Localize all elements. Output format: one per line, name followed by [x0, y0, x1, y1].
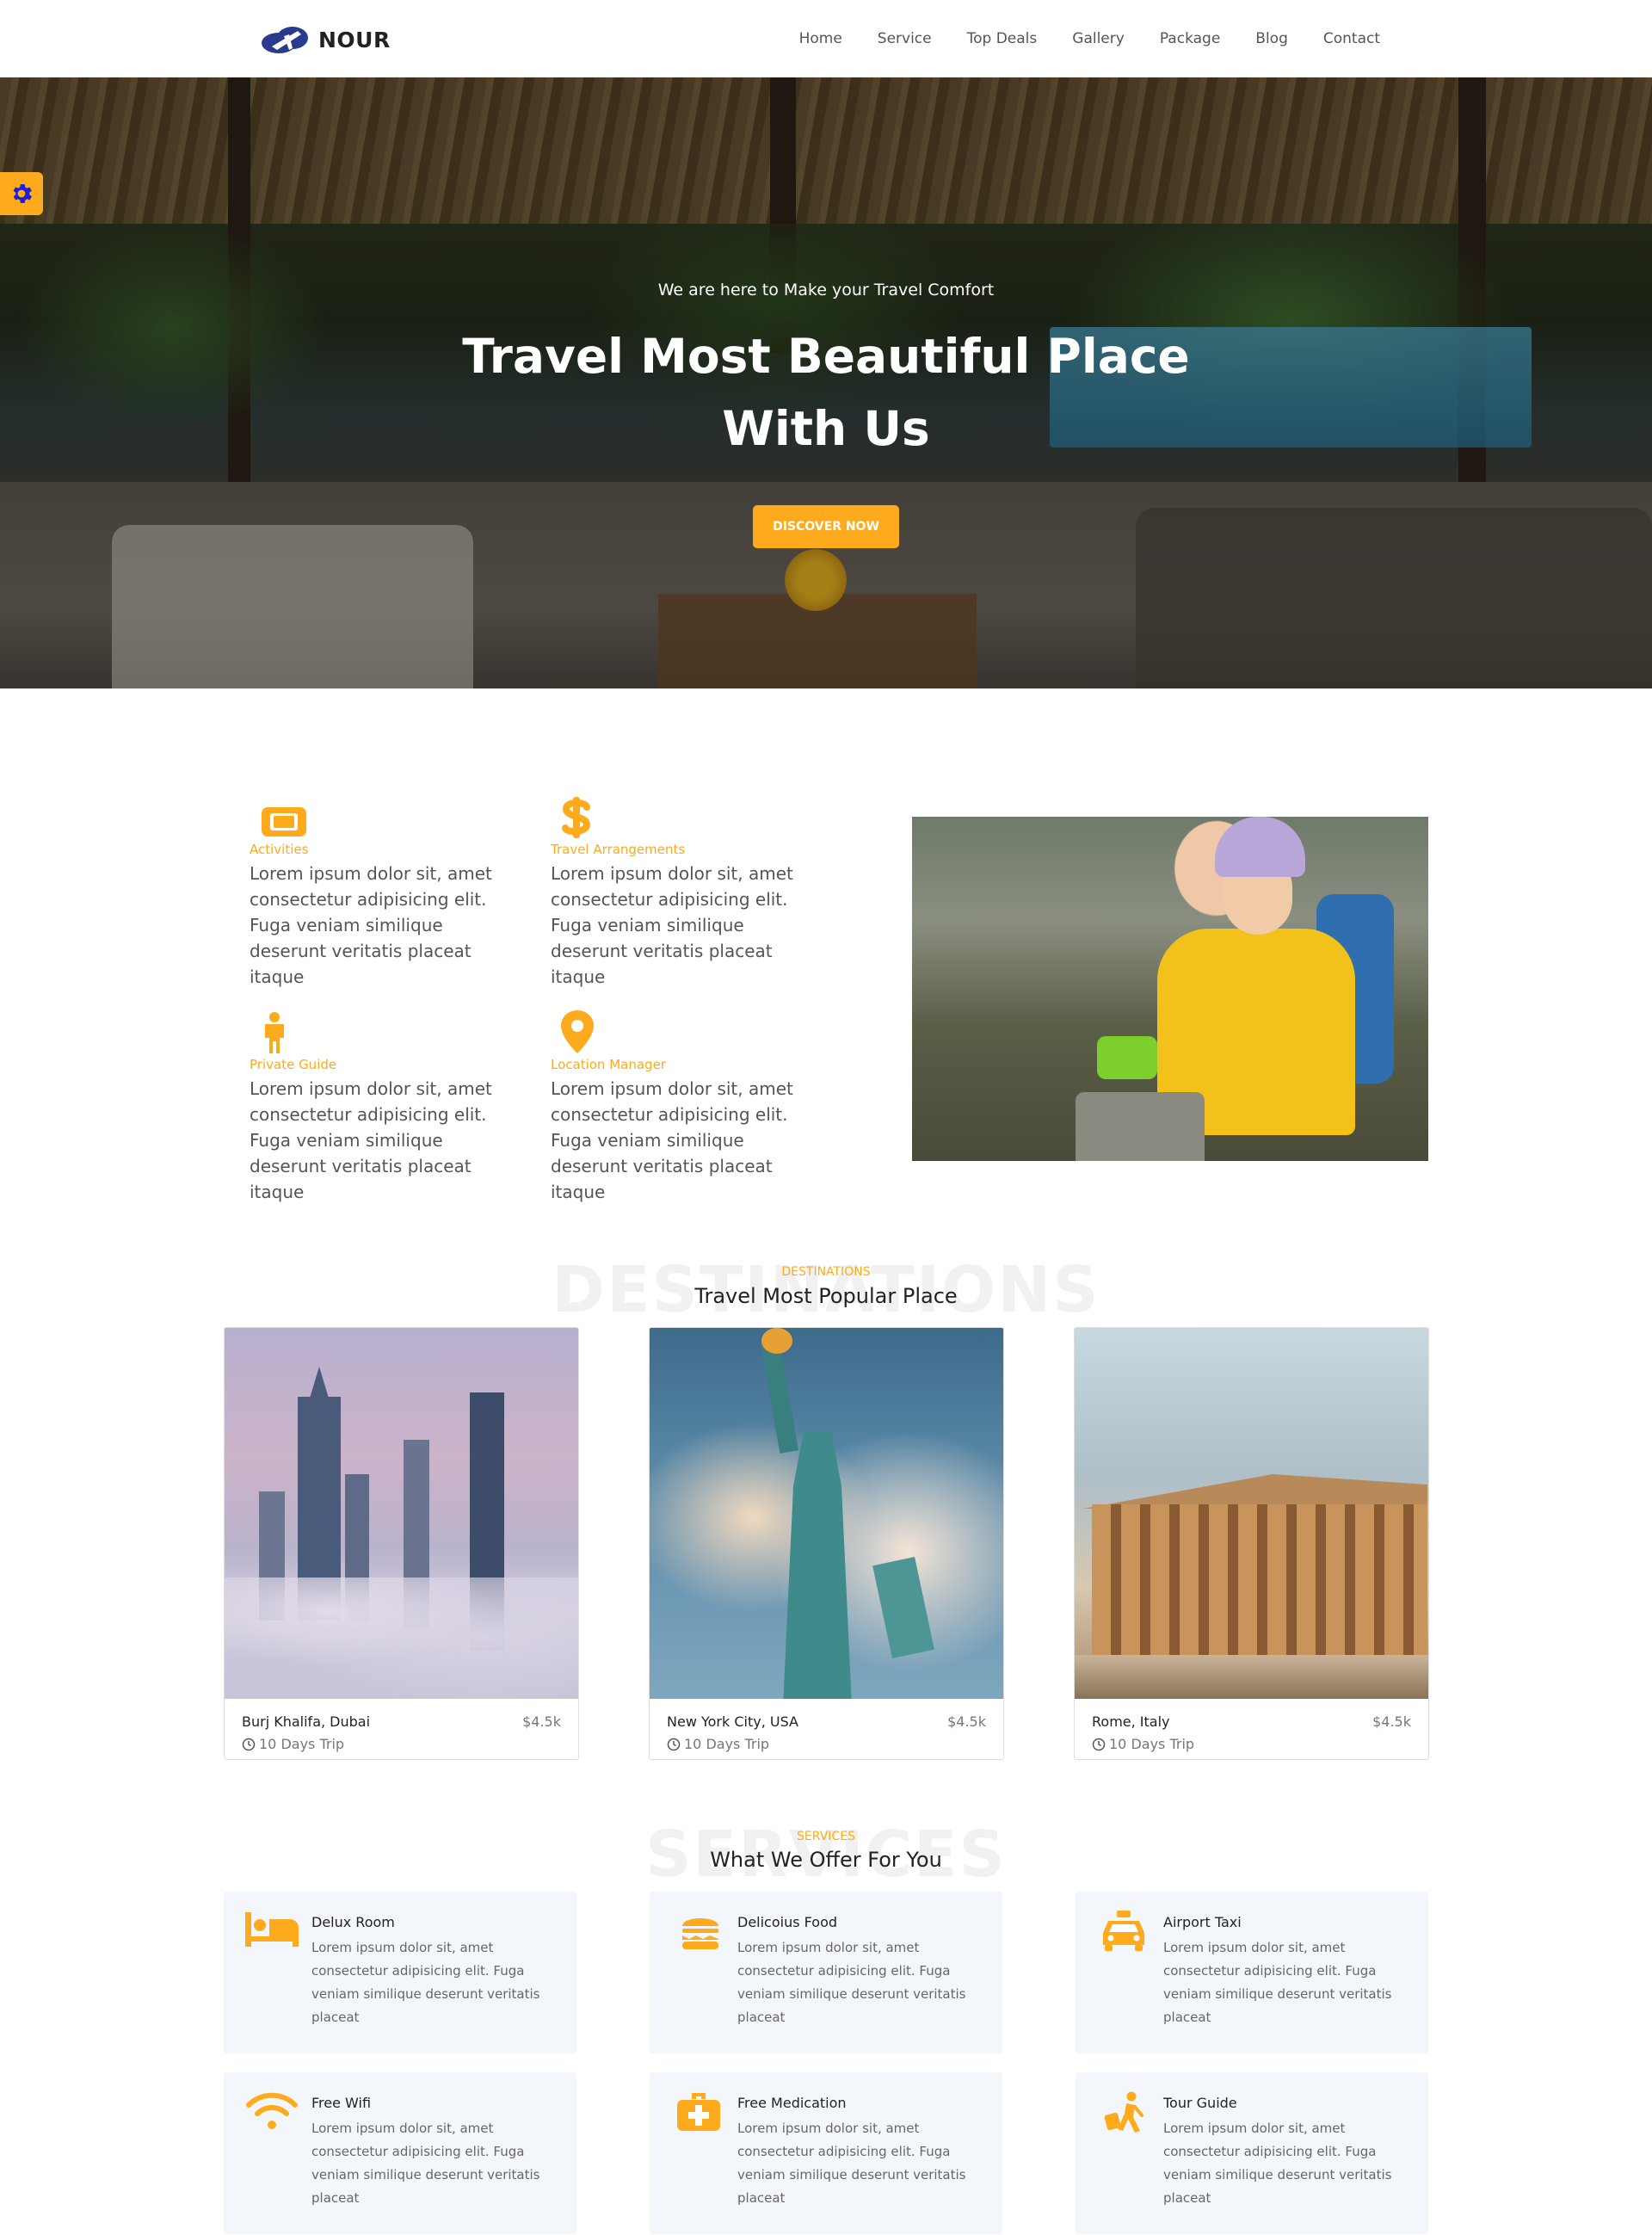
destination-trip-label: 10 Days Trip — [259, 1736, 345, 1752]
discover-now-button[interactable]: DISCOVER NOW — [753, 505, 899, 548]
feature-title: Travel Arrangements — [551, 842, 686, 857]
gear-icon — [13, 184, 33, 203]
medkit-icon — [677, 2093, 720, 2131]
service-title: Delicoius Food — [737, 1914, 838, 1930]
hero-banner: We are here to Make your Travel Comfort … — [0, 77, 1652, 688]
service-title: Tour Guide — [1163, 2095, 1237, 2111]
feature-desc: Lorem ipsum dolor sit, amet consectetur … — [551, 1078, 793, 1202]
burger-icon — [682, 1918, 718, 1949]
nav-service[interactable]: Service — [878, 30, 932, 47]
logo-icon — [262, 27, 308, 53]
service-desc: Lorem ipsum dolor sit, amet consectetur … — [1163, 2121, 1392, 2206]
wifi-icon — [246, 2092, 298, 2129]
service-card-free-wifi: Free Wifi Lorem ipsum dolor sit, amet co… — [224, 2072, 576, 2234]
service-card-tour-guide: Tour Guide Lorem ipsum dolor sit, amet c… — [1076, 2072, 1428, 2234]
bed-icon — [245, 1912, 299, 1947]
feature-desc: Lorem ipsum dolor sit, amet consectetur … — [250, 863, 492, 987]
service-desc: Lorem ipsum dolor sit, amet consectetur … — [311, 2121, 540, 2206]
taxi-icon — [1103, 1911, 1144, 1951]
nav-top-deals[interactable]: Top Deals — [967, 30, 1038, 47]
feature-travel-arrangements: Travel Arrangements Lorem ipsum dolor si… — [551, 797, 809, 990]
service-desc: Lorem ipsum dolor sit, amet consectetur … — [311, 1940, 540, 2025]
destination-price: $4.5k — [522, 1713, 561, 1730]
site-header: NOUR Home Service Top Deals Gallery Pack… — [0, 0, 1652, 77]
nav-contact[interactable]: Contact — [1323, 30, 1380, 47]
hero-title-line2: With Us — [722, 401, 930, 456]
dollar-icon — [562, 797, 591, 838]
clock-icon — [1092, 1738, 1106, 1750]
brand-name: NOUR — [318, 27, 391, 52]
services-kicker: SERVICES — [797, 1830, 855, 1843]
service-desc: Lorem ipsum dolor sit, amet consectetur … — [737, 1940, 966, 2025]
feature-private-guide: Private Guide Lorem ipsum dolor sit, ame… — [250, 1012, 508, 1205]
nav-gallery[interactable]: Gallery — [1072, 30, 1125, 47]
ticket-icon — [262, 807, 306, 837]
destinations-kicker: DESTINATIONS — [781, 1265, 871, 1279]
feature-activities: Activities Lorem ipsum dolor sit, amet c… — [250, 799, 508, 990]
service-card-delicious-food: Delicoius Food Lorem ipsum dolor sit, am… — [650, 1892, 1002, 2053]
destination-trip: 10 Days Trip — [1092, 1736, 1194, 1752]
main-nav: Home Service Top Deals Gallery Package B… — [764, 0, 1380, 77]
destination-trip: 10 Days Trip — [242, 1736, 344, 1752]
service-title: Free Wifi — [311, 2095, 372, 2111]
clock-icon — [242, 1738, 256, 1750]
feature-desc: Lorem ipsum dolor sit, amet consectetur … — [551, 863, 793, 987]
service-title: Delux Room — [311, 1914, 395, 1930]
destination-image-rome — [1075, 1328, 1428, 1699]
hiker-photo-hat — [1215, 817, 1305, 877]
hero-subtitle: We are here to Make your Travel Comfort — [657, 281, 995, 299]
service-desc: Lorem ipsum dolor sit, amet consectetur … — [1163, 1940, 1392, 2025]
person-icon — [265, 1012, 284, 1053]
feature-location-manager: Location Manager Lorem ipsum dolor sit, … — [551, 1010, 809, 1205]
nav-package[interactable]: Package — [1160, 30, 1220, 47]
map-pin-icon — [561, 1010, 594, 1053]
nav-blog[interactable]: Blog — [1255, 30, 1288, 47]
feature-title: Private Guide — [250, 1057, 337, 1072]
clock-icon — [667, 1738, 681, 1750]
destination-card-dubai[interactable]: Burj Khalifa, Dubai $4.5k 10 Days Trip — [224, 1327, 579, 1760]
destination-price: $4.5k — [947, 1713, 986, 1730]
feature-title: Location Manager — [551, 1057, 666, 1072]
destination-price: $4.5k — [1372, 1713, 1411, 1730]
feature-title: Activities — [250, 842, 309, 857]
destination-image-new-york — [650, 1328, 1003, 1699]
destination-name: New York City, USA — [667, 1713, 798, 1730]
destination-image-dubai — [225, 1328, 578, 1699]
destination-name: Burj Khalifa, Dubai — [242, 1713, 371, 1730]
traveler-icon — [1104, 2091, 1143, 2133]
hero-title: Travel Most Beautiful Place With Us — [0, 320, 1652, 465]
destinations-title: Travel Most Popular Place — [694, 1284, 958, 1308]
settings-toggle[interactable] — [0, 172, 43, 215]
service-title: Free Medication — [737, 2095, 847, 2111]
nav-home[interactable]: Home — [799, 30, 842, 47]
destination-card-new-york[interactable]: New York City, USA $4.5k 10 Days Trip — [649, 1327, 1004, 1760]
logo[interactable]: NOUR — [260, 24, 391, 55]
hero-title-line1: Travel Most Beautiful Place — [462, 329, 1190, 384]
hiker-photo — [912, 817, 1428, 1161]
destination-trip-label: 10 Days Trip — [1109, 1736, 1195, 1752]
destination-card-rome[interactable]: Rome, Italy $4.5k 10 Days Trip — [1074, 1327, 1429, 1760]
service-title: Airport Taxi — [1163, 1914, 1242, 1930]
service-card-airport-taxi: Airport Taxi Lorem ipsum dolor sit, amet… — [1076, 1892, 1428, 2053]
destination-trip: 10 Days Trip — [667, 1736, 769, 1752]
feature-desc: Lorem ipsum dolor sit, amet consectetur … — [250, 1078, 492, 1202]
hiker-photo-stump — [1076, 1092, 1205, 1161]
service-desc: Lorem ipsum dolor sit, amet consectetur … — [737, 2121, 966, 2206]
service-card-delux-room: Delux Room Lorem ipsum dolor sit, amet c… — [224, 1892, 576, 2053]
hiker-photo-pot — [1097, 1036, 1157, 1079]
destination-name: Rome, Italy — [1092, 1713, 1170, 1730]
destination-trip-label: 10 Days Trip — [684, 1736, 770, 1752]
service-card-free-medication: Free Medication Lorem ipsum dolor sit, a… — [650, 2072, 1002, 2234]
services-title: What We Offer For You — [710, 1848, 942, 1872]
